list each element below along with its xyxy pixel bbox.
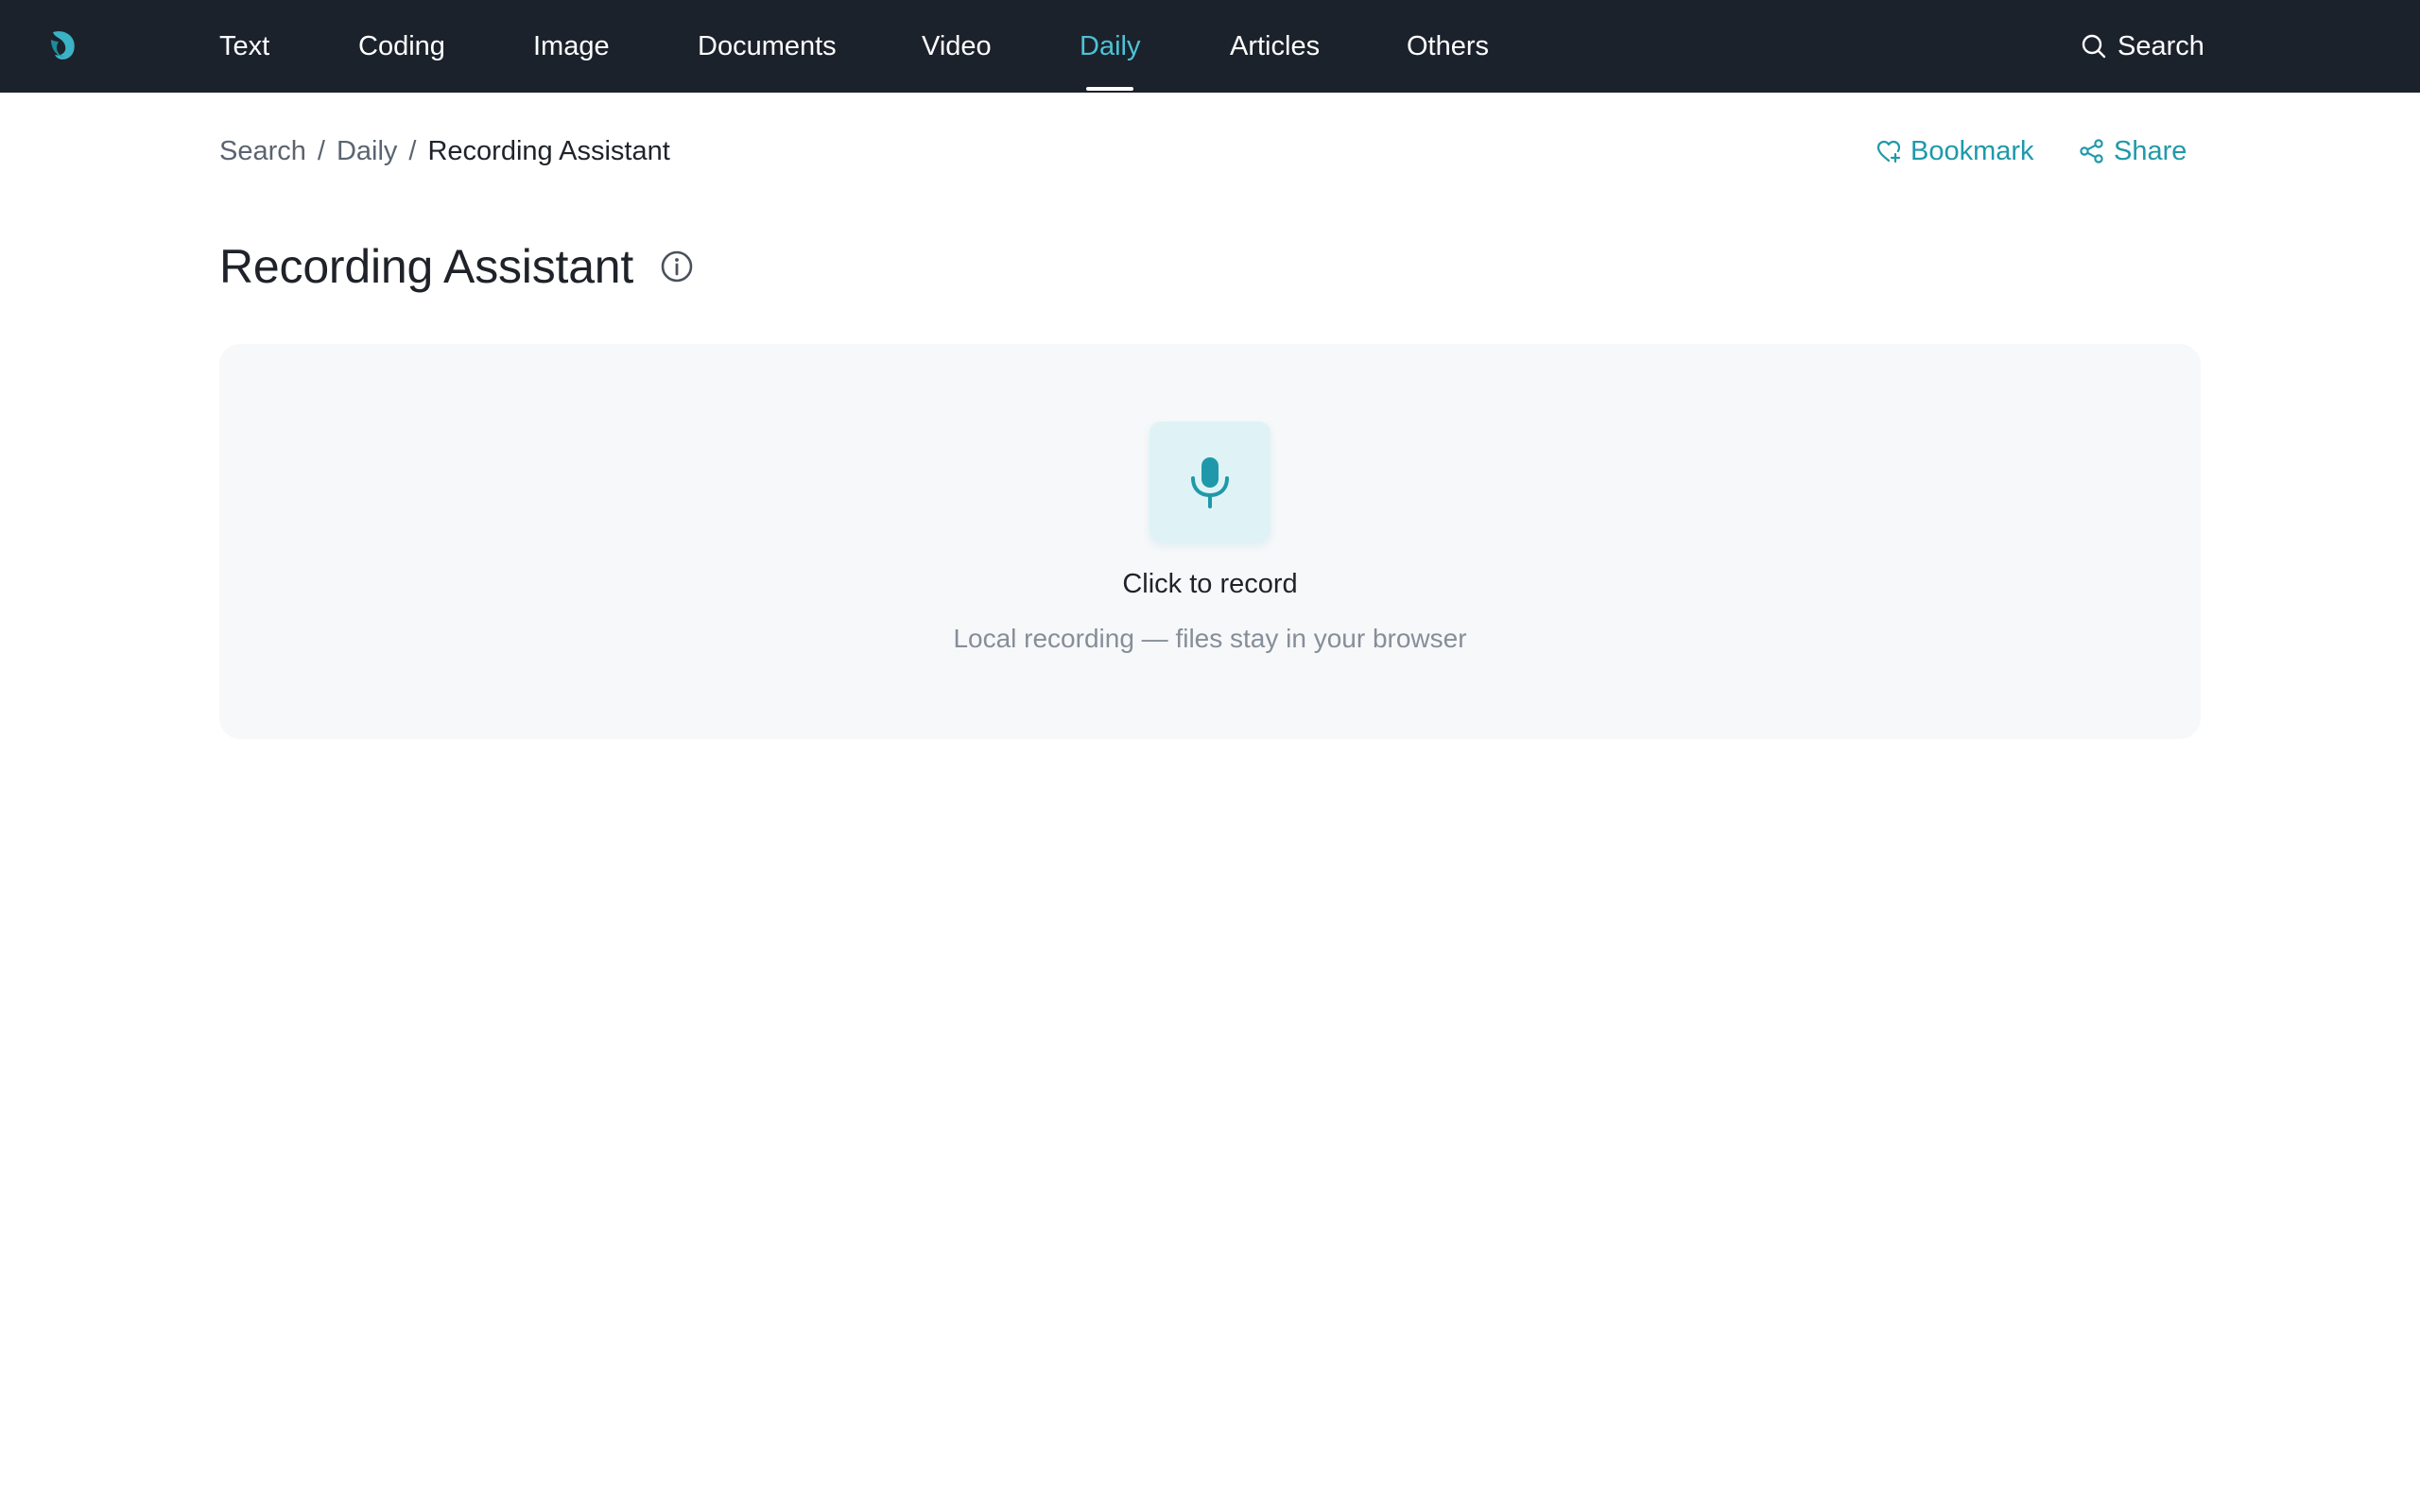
page-title: Recording Assistant xyxy=(219,240,634,293)
share-button[interactable]: Share xyxy=(2078,132,2187,170)
microphone-icon xyxy=(1191,457,1229,508)
nav-item-image[interactable]: Image xyxy=(533,0,610,93)
nav-item-articles[interactable]: Articles xyxy=(1230,0,1320,93)
breadcrumb-separator: / xyxy=(317,135,325,166)
nav-item-others[interactable]: Others xyxy=(1407,0,1489,93)
share-icon xyxy=(2080,139,2103,163)
breadcrumb-current: Recording Assistant xyxy=(427,135,670,166)
breadcrumb-search[interactable]: Search xyxy=(219,136,306,167)
bookmark-heart-icon xyxy=(1876,140,1901,163)
nav-item-text[interactable]: Text xyxy=(219,0,269,93)
record-prompt: Click to record xyxy=(1122,569,1298,599)
top-nav: Text Coding Image Documents Video Daily … xyxy=(0,0,2420,93)
nav-item-coding[interactable]: Coding xyxy=(358,0,445,93)
breadcrumb-separator: / xyxy=(408,135,417,166)
search-label: Search xyxy=(2118,30,2204,61)
nav-item-documents[interactable]: Documents xyxy=(698,0,837,93)
logo-icon[interactable] xyxy=(45,26,79,64)
nav-item-video[interactable]: Video xyxy=(922,0,992,93)
search-icon xyxy=(2082,34,2106,59)
bookmark-button[interactable]: Bookmark xyxy=(1875,132,2034,170)
breadcrumb: Search / Daily / Recording Assistant xyxy=(219,132,670,170)
recorder-card: Click to record Local recording — files … xyxy=(219,344,2201,739)
share-label: Share xyxy=(2114,135,2187,166)
record-privacy-note: Local recording — files stay in your bro… xyxy=(953,624,1467,653)
breadcrumb-daily[interactable]: Daily xyxy=(337,136,397,167)
page-header: Recording Assistant xyxy=(219,236,694,297)
record-button[interactable] xyxy=(1150,421,1270,542)
info-icon[interactable] xyxy=(660,249,694,284)
active-tab-indicator xyxy=(1086,87,1133,91)
bookmark-label: Bookmark xyxy=(1910,135,2034,166)
nav-item-daily[interactable]: Daily xyxy=(1080,0,1140,93)
nav-search-button[interactable]: Search xyxy=(2080,0,2204,93)
